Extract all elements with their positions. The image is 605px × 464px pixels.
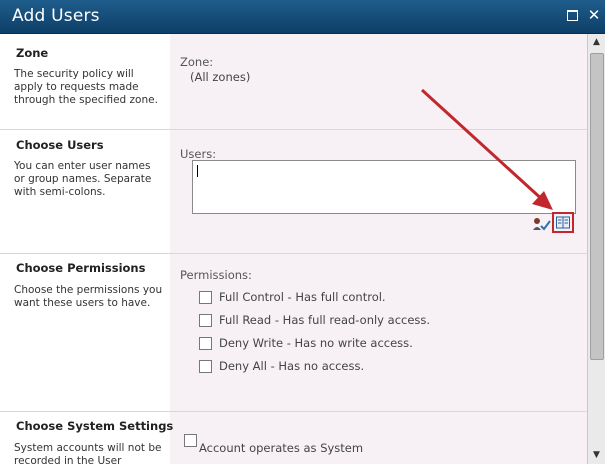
users-title: Choose Users <box>16 138 104 152</box>
system-account-label: Account operates as System <box>199 441 364 455</box>
zone-label: Zone: <box>180 55 214 69</box>
scroll-thumb[interactable] <box>590 53 604 360</box>
dialog-title: Add Users <box>12 6 100 26</box>
zone-value: (All zones) <box>190 70 251 84</box>
permissions-label: Permissions: <box>180 268 252 282</box>
system-account-checkbox[interactable] <box>184 434 197 447</box>
scroll-down-icon[interactable]: ▼ <box>588 447 605 464</box>
full-read-checkbox[interactable] <box>199 314 212 327</box>
full-read-label: Full Read - Has full read-only access. <box>219 313 431 327</box>
system-settings-description: System accounts will not be recorded in … <box>14 442 162 464</box>
deny-all-label: Deny All - Has no access. <box>219 359 365 373</box>
deny-write-checkbox[interactable] <box>199 337 212 350</box>
permissions-title: Choose Permissions <box>16 261 146 275</box>
title-bar: Add Users ✕ <box>0 0 605 34</box>
system-settings-section: Choose System Settings System accounts w… <box>0 412 587 464</box>
permissions-description: Choose the permissions you want these us… <box>14 284 163 309</box>
add-users-dialog: Add Users ✕ Zone The security policy wil… <box>0 0 605 464</box>
users-description: You can enter user names or group names.… <box>14 160 152 198</box>
zone-description: The security policy will apply to reques… <box>14 68 158 106</box>
full-control-label: Full Control - Has full control. <box>219 290 386 304</box>
deny-all-checkbox[interactable] <box>199 360 212 373</box>
system-settings-title: Choose System Settings <box>16 419 174 433</box>
users-label: Users: <box>180 147 217 161</box>
vertical-scrollbar[interactable]: ▲ ▼ <box>587 34 605 464</box>
red-arrow-icon <box>420 88 553 210</box>
maximize-icon[interactable] <box>564 7 580 23</box>
full-control-checkbox[interactable] <box>199 291 212 304</box>
deny-write-label: Deny Write - Has no write access. <box>219 336 413 350</box>
zone-title: Zone <box>16 46 49 60</box>
permissions-section: Choose Permissions Choose the permission… <box>0 254 587 411</box>
close-icon[interactable]: ✕ <box>586 7 602 23</box>
scroll-up-icon[interactable]: ▲ <box>588 34 605 51</box>
